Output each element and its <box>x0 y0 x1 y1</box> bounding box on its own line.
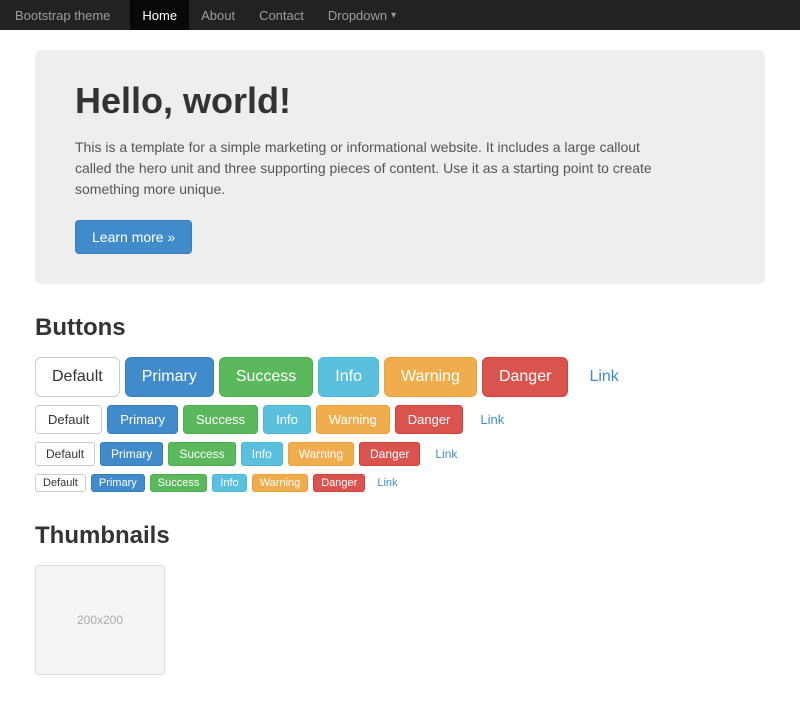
btn-info-lg[interactable]: Info <box>318 357 379 397</box>
thumbnail-placeholder-text: 200x200 <box>77 613 123 627</box>
nav-item-dropdown[interactable]: Dropdown ▾ <box>316 0 408 30</box>
btn-danger-md[interactable]: Danger <box>395 405 464 434</box>
button-row-sm: Default Primary Success Info Warning Dan… <box>35 442 765 466</box>
navbar-brand[interactable]: Bootstrap theme <box>15 8 110 23</box>
btn-primary-lg[interactable]: Primary <box>125 357 214 397</box>
btn-default-lg[interactable]: Default <box>35 357 120 397</box>
btn-link-lg[interactable]: Link <box>573 358 634 396</box>
btn-danger-lg[interactable]: Danger <box>482 357 568 397</box>
dropdown-label: Dropdown ▾ <box>328 8 396 23</box>
hero-description: This is a template for a simple marketin… <box>75 137 675 200</box>
main-content: Hello, world! This is a template for a s… <box>20 30 780 725</box>
thumbnails-section: Thumbnails 200x200 <box>35 522 765 675</box>
btn-link-sm[interactable]: Link <box>425 443 467 465</box>
nav-item-contact[interactable]: Contact <box>247 0 316 30</box>
buttons-section-title: Buttons <box>35 314 765 342</box>
btn-danger-sm[interactable]: Danger <box>359 442 420 466</box>
btn-warning-xs[interactable]: Warning <box>252 474 309 492</box>
btn-info-md[interactable]: Info <box>263 405 311 434</box>
thumbnails-section-title: Thumbnails <box>35 522 765 550</box>
learn-more-button[interactable]: Learn more » <box>75 220 192 254</box>
button-row-lg: Default Primary Success Info Warning Dan… <box>35 357 765 397</box>
btn-primary-xs[interactable]: Primary <box>91 474 145 492</box>
btn-success-lg[interactable]: Success <box>219 357 313 397</box>
btn-default-md[interactable]: Default <box>35 405 102 434</box>
chevron-down-icon: ▾ <box>391 10 396 21</box>
btn-link-md[interactable]: Link <box>468 406 516 433</box>
btn-default-xs[interactable]: Default <box>35 474 86 492</box>
nav-item-home[interactable]: Home <box>130 0 189 30</box>
button-row-xs: Default Primary Success Info Warning Dan… <box>35 474 765 492</box>
btn-success-md[interactable]: Success <box>183 405 258 434</box>
btn-primary-md[interactable]: Primary <box>107 405 178 434</box>
btn-warning-lg[interactable]: Warning <box>384 357 477 397</box>
nav-items: Home About Contact Dropdown ▾ <box>130 0 408 30</box>
navbar: Bootstrap theme Home About Contact Dropd… <box>0 0 800 30</box>
btn-warning-sm[interactable]: Warning <box>288 442 354 466</box>
btn-primary-sm[interactable]: Primary <box>100 442 163 466</box>
nav-item-about[interactable]: About <box>189 0 247 30</box>
button-row-md: Default Primary Success Info Warning Dan… <box>35 405 765 434</box>
jumbotron: Hello, world! This is a template for a s… <box>35 50 765 284</box>
hero-title: Hello, world! <box>75 80 725 122</box>
buttons-section: Buttons Default Primary Success Info War… <box>35 314 765 492</box>
btn-default-sm[interactable]: Default <box>35 442 95 466</box>
btn-success-sm[interactable]: Success <box>168 442 235 466</box>
btn-success-xs[interactable]: Success <box>150 474 208 492</box>
btn-warning-md[interactable]: Warning <box>316 405 390 434</box>
btn-danger-xs[interactable]: Danger <box>313 474 365 492</box>
btn-link-xs[interactable]: Link <box>370 475 404 491</box>
btn-info-sm[interactable]: Info <box>241 442 283 466</box>
thumbnail: 200x200 <box>35 565 165 675</box>
btn-info-xs[interactable]: Info <box>212 474 246 492</box>
